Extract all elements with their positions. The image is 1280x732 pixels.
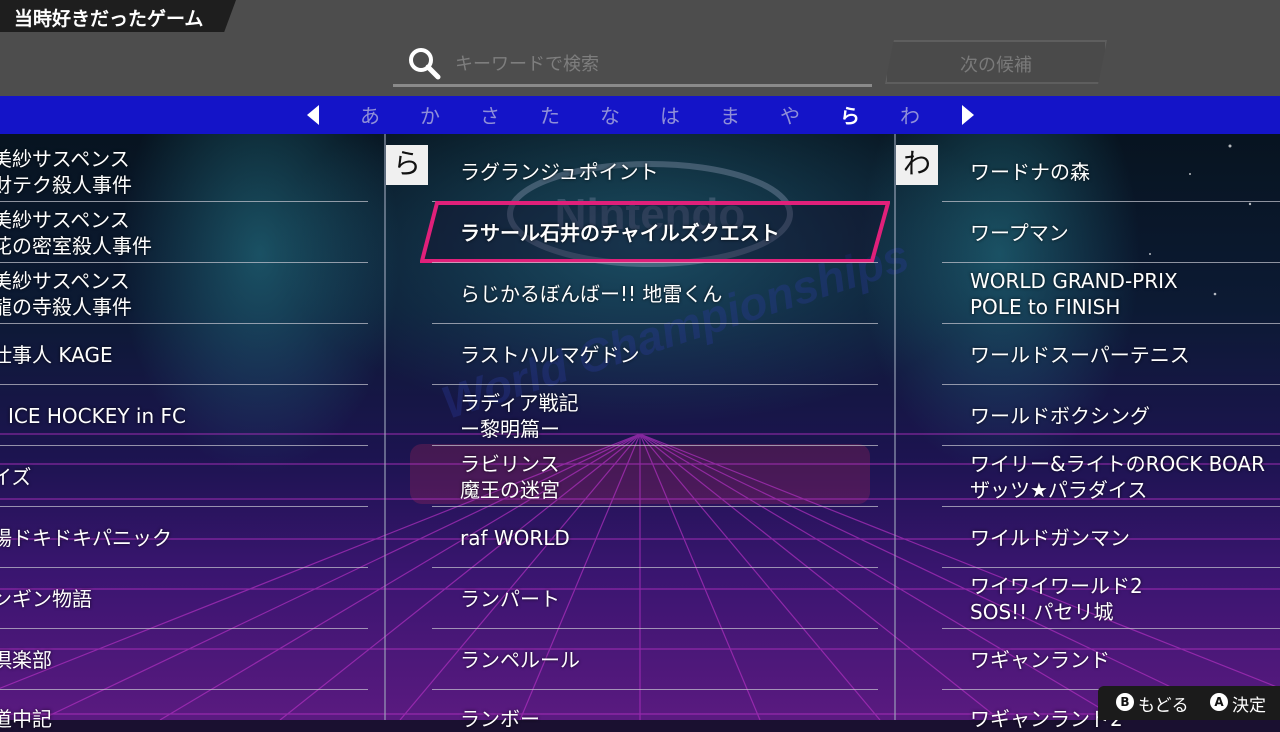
row-separator bbox=[432, 689, 878, 690]
row-separator bbox=[0, 201, 368, 202]
kana-tab-ya[interactable]: や bbox=[770, 100, 810, 129]
row-separator bbox=[942, 567, 1280, 568]
list-item[interactable]: ンギン物語 bbox=[0, 586, 92, 612]
list-item[interactable]: ワールドボクシング bbox=[970, 403, 1150, 429]
row-separator bbox=[0, 628, 368, 629]
list-item[interactable]: 美紗サスペンス 花の密室殺人事件 bbox=[0, 207, 152, 259]
list-item[interactable]: ラストハルマゲドン bbox=[460, 342, 640, 368]
list-item[interactable]: ラグランジュポイント bbox=[460, 159, 659, 185]
row-separator bbox=[942, 262, 1280, 263]
column-header-wa: わ bbox=[896, 145, 938, 185]
list-item[interactable]: ワイルドガンマン bbox=[970, 525, 1130, 551]
confirm-label[interactable]: 決定 bbox=[1232, 691, 1266, 716]
list-item[interactable]: 陽ドキドキパニック bbox=[0, 525, 172, 551]
list-item[interactable]: ランパート bbox=[460, 586, 560, 612]
list-item[interactable]: イズ bbox=[0, 464, 31, 490]
list-item[interactable]: raf WORLD bbox=[460, 525, 570, 551]
list-item[interactable]: 仕事人 KAGE bbox=[0, 342, 113, 368]
arrow-right-icon[interactable] bbox=[962, 105, 974, 125]
column-divider bbox=[894, 134, 896, 720]
column-divider bbox=[384, 134, 386, 720]
list-item[interactable]: ラビリンス 魔王の迷宮 bbox=[460, 451, 560, 503]
row-separator bbox=[0, 506, 368, 507]
kana-tab-a[interactable]: あ bbox=[350, 100, 390, 129]
row-separator bbox=[432, 262, 878, 263]
arrow-left-icon[interactable] bbox=[307, 105, 319, 125]
list-item[interactable]: 倶楽部 bbox=[0, 647, 52, 673]
list-item[interactable]: ワイリー&ライトのROCK BOAR ザッツ★パラダイス bbox=[970, 451, 1280, 503]
next-candidate-label: 次の候補 bbox=[960, 55, 1032, 76]
row-separator bbox=[0, 689, 368, 690]
back-label[interactable]: もどる bbox=[1138, 691, 1189, 716]
list-item[interactable]: ラディア戦記 ー黎明篇ー bbox=[460, 390, 579, 442]
kana-tab-wa[interactable]: わ bbox=[890, 100, 930, 129]
b-button-icon: B bbox=[1116, 693, 1134, 711]
kana-index-bar: あ か さ た な は ま や ら わ bbox=[0, 96, 1280, 134]
row-separator bbox=[432, 567, 878, 568]
list-item[interactable]: ランペルール bbox=[460, 647, 580, 673]
kana-tab-ra[interactable]: ら bbox=[830, 100, 870, 129]
list-item[interactable]: ランボー bbox=[460, 706, 540, 732]
page-title: 当時好きだったゲーム bbox=[14, 8, 204, 30]
row-separator bbox=[942, 445, 1280, 446]
kana-tab-ka[interactable]: か bbox=[410, 100, 450, 129]
search-input[interactable]: キーワードで検索 bbox=[393, 42, 872, 87]
list-item[interactable]: 道中記 bbox=[0, 706, 52, 732]
kana-tab-ta[interactable]: た bbox=[530, 100, 570, 129]
row-separator bbox=[0, 262, 368, 263]
list-item[interactable]: WORLD GRAND-PRIX POLE to FINISH bbox=[970, 268, 1178, 320]
row-separator bbox=[942, 628, 1280, 629]
page-title-tab: 当時好きだったゲーム bbox=[0, 0, 236, 32]
row-separator bbox=[432, 628, 878, 629]
search-icon bbox=[409, 48, 441, 80]
kana-tab-na[interactable]: な bbox=[590, 100, 630, 129]
list-item[interactable]: ワードナの森 bbox=[970, 159, 1090, 185]
list-item[interactable]: 美紗サスペンス 龍の寺殺人事件 bbox=[0, 268, 132, 320]
a-button-icon: A bbox=[1210, 693, 1228, 711]
row-separator bbox=[0, 323, 368, 324]
kana-tab-ma[interactable]: ま bbox=[710, 100, 750, 129]
list-item[interactable]: ワギャンランド bbox=[970, 647, 1110, 673]
row-separator bbox=[432, 445, 878, 446]
row-separator bbox=[942, 384, 1280, 385]
row-separator bbox=[0, 567, 368, 568]
list-item[interactable]: らじかるぼんばー!! 地雷くん bbox=[460, 281, 722, 307]
list-item[interactable]: ワープマン bbox=[970, 220, 1069, 246]
column-header-ra: ら bbox=[386, 145, 428, 185]
row-separator bbox=[942, 323, 1280, 324]
kana-tab-ha[interactable]: は bbox=[650, 100, 690, 129]
row-separator bbox=[942, 506, 1280, 507]
list-item-selected[interactable]: ラサール石井のチャイルズクエスト bbox=[460, 220, 780, 246]
row-separator bbox=[432, 384, 878, 385]
row-separator bbox=[432, 323, 878, 324]
list-item[interactable]: ICE HOCKEY in FC bbox=[8, 403, 186, 429]
kana-tab-sa[interactable]: さ bbox=[470, 100, 510, 129]
search-placeholder: キーワードで検索 bbox=[455, 54, 599, 75]
top-bar: 当時好きだったゲーム キーワードで検索 次の候補 bbox=[0, 0, 1280, 96]
controller-hints: B もどる A 決定 bbox=[1098, 686, 1280, 720]
list-item[interactable]: 美紗サスペンス 財テク殺人事件 bbox=[0, 146, 132, 198]
next-candidate-button[interactable]: 次の候補 bbox=[885, 40, 1107, 84]
row-separator bbox=[942, 201, 1280, 202]
list-item[interactable]: ワールドスーパーテニス bbox=[970, 342, 1190, 368]
row-separator bbox=[432, 506, 878, 507]
list-item[interactable]: ワイワイワールド2 SOS!! パセリ城 bbox=[970, 573, 1143, 625]
row-separator bbox=[0, 384, 368, 385]
row-separator bbox=[0, 445, 368, 446]
